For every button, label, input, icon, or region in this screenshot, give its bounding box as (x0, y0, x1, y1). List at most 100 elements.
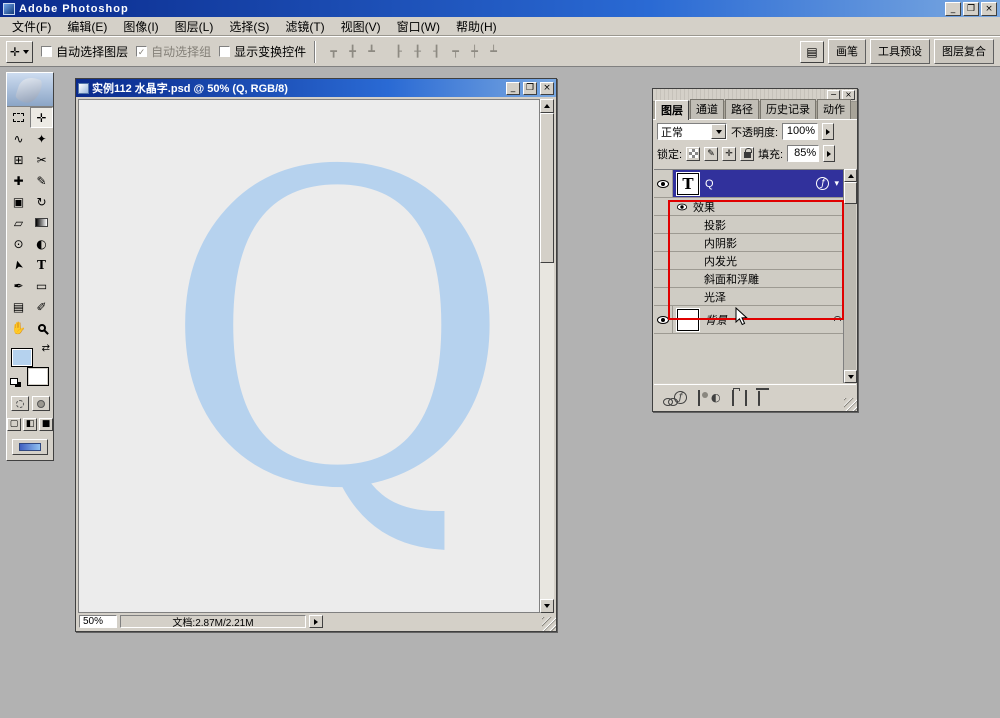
tool-pen[interactable]: ✒ (7, 275, 30, 296)
tool-path-selection[interactable]: ➤ (7, 254, 30, 275)
tab-layers[interactable]: 图层 (655, 100, 689, 120)
distribute-bottom-button[interactable]: ┷ (484, 42, 503, 61)
menu-window[interactable]: 窗口(W) (389, 16, 448, 37)
layer-row-text-q[interactable]: T Q ƒ ▾ (654, 170, 843, 198)
opacity-input[interactable]: 100% (782, 123, 818, 140)
tool-healing-brush[interactable]: ✚ (7, 170, 30, 191)
tool-magic-wand[interactable]: ✦ (30, 128, 53, 149)
menu-layer[interactable]: 图层(L) (167, 16, 222, 37)
align-center-button[interactable]: ╋ (343, 42, 362, 61)
layer-effects-icon[interactable]: ƒ (816, 177, 829, 190)
distribute-left-button[interactable]: ┠ (389, 42, 408, 61)
visibility-cell[interactable] (654, 306, 673, 333)
minimize-button[interactable]: _ (945, 2, 961, 16)
checkbox-box[interactable] (41, 46, 52, 57)
layer-name[interactable]: Q (705, 178, 714, 190)
tool-lasso[interactable]: ∿ (7, 128, 30, 149)
document-titlebar[interactable]: 实例112 水晶字.psd @ 50% (Q, RGB/8) _ ❐ × (76, 79, 556, 97)
background-color-swatch[interactable] (27, 367, 49, 386)
menu-select[interactable]: 选择(S) (221, 16, 277, 37)
blend-mode-select[interactable]: 正常 (657, 123, 727, 140)
tool-preset-picker[interactable]: ✛ (6, 41, 33, 63)
zoom-level-input[interactable]: 50% (79, 615, 117, 628)
effects-expand-icon[interactable]: ▾ (834, 179, 839, 189)
auto-select-group-checkbox[interactable]: ✓ 自动选择组 (136, 43, 211, 60)
document-resize-grip[interactable] (542, 617, 556, 631)
tool-clone-stamp[interactable]: ▣ (7, 191, 30, 212)
lock-image-button[interactable]: ✎ (704, 147, 718, 161)
tool-shape[interactable]: ▭ (30, 275, 53, 296)
tool-blur[interactable]: ⊙ (7, 233, 30, 254)
distribute-hcenter-button[interactable]: ╂ (408, 42, 427, 61)
menu-filter[interactable]: 滤镜(T) (277, 16, 332, 37)
menu-view[interactable]: 视图(V) (333, 16, 389, 37)
delete-layer-button[interactable] (758, 391, 760, 405)
vertical-scrollbar[interactable] (540, 99, 554, 613)
menu-image[interactable]: 图像(I) (115, 16, 166, 37)
tool-zoom[interactable] (30, 317, 53, 338)
default-colors-icon[interactable] (10, 378, 21, 387)
fullscreen-with-menu-button[interactable]: ◧ (23, 418, 37, 431)
tab-history[interactable]: 历史记录 (760, 99, 816, 119)
lock-position-button[interactable]: ✛ (722, 147, 736, 161)
app-titlebar[interactable]: Adobe Photoshop _ ❐ × (0, 0, 1000, 17)
doc-minimize-button[interactable]: _ (506, 82, 520, 95)
menu-help[interactable]: 帮助(H) (448, 16, 505, 37)
visibility-cell[interactable] (654, 170, 673, 197)
tab-paths[interactable]: 路径 (725, 99, 759, 119)
blend-mode-dropdown-button[interactable] (711, 124, 726, 139)
menu-file[interactable]: 文件(F) (4, 16, 59, 37)
layer-thumbnail[interactable]: T (677, 173, 699, 195)
palette-resize-grip[interactable] (844, 398, 857, 411)
show-transform-controls-checkbox[interactable]: 显示变换控件 (219, 43, 306, 60)
checkbox-box[interactable]: ✓ (136, 46, 147, 57)
file-browser-button[interactable]: ▤ (800, 41, 824, 63)
restore-button[interactable]: ❐ (963, 2, 979, 16)
scroll-up-button[interactable] (844, 169, 857, 182)
tab-channels[interactable]: 通道 (690, 99, 724, 119)
status-popup-button[interactable] (309, 615, 323, 628)
fill-input[interactable]: 85% (787, 145, 819, 162)
tool-crop[interactable]: ⊞ (7, 149, 30, 170)
standard-mode-button[interactable] (11, 396, 29, 411)
tool-presets-palette-tab[interactable]: 工具预设 (870, 39, 930, 64)
layer-thumbnail[interactable] (677, 309, 699, 331)
tool-notes[interactable]: ▤ (7, 296, 30, 317)
jump-to-imageready-button[interactable] (12, 439, 48, 455)
doc-restore-button[interactable]: ❐ (523, 82, 537, 95)
layer-name[interactable]: 背景 (705, 312, 727, 328)
tool-eraser[interactable]: ▱ (7, 212, 30, 233)
distribute-vcenter-button[interactable]: ┿ (465, 42, 484, 61)
palette-scrollbar[interactable] (843, 169, 856, 383)
layer-row-background[interactable]: 背景 (654, 306, 843, 334)
tool-dodge[interactable]: ◐ (30, 233, 53, 254)
close-button[interactable]: × (981, 2, 997, 16)
tool-rectangular-marquee[interactable] (7, 107, 30, 128)
quick-mask-mode-button[interactable] (32, 396, 50, 411)
new-group-button[interactable] (732, 391, 734, 405)
brushes-palette-tab[interactable]: 画笔 (828, 39, 866, 64)
swap-colors-icon[interactable]: ⇄ (42, 344, 50, 354)
fill-slider-button[interactable] (823, 145, 835, 162)
tool-gradient[interactable] (30, 212, 53, 233)
scroll-up-button[interactable] (540, 99, 554, 113)
effect-row-inner-shadow[interactable]: 内阴影 (654, 234, 843, 252)
auto-select-layer-checkbox[interactable]: 自动选择图层 (41, 43, 128, 60)
standard-screen-button[interactable]: ▢ (7, 418, 21, 431)
doc-close-button[interactable]: × (540, 82, 554, 95)
foreground-color-swatch[interactable] (11, 348, 33, 367)
scroll-down-button[interactable] (844, 370, 857, 383)
tool-move[interactable]: ✛ (30, 107, 53, 128)
tool-eyedropper[interactable]: ✐ (30, 296, 53, 317)
tool-brush[interactable]: ✎ (30, 170, 53, 191)
tool-history-brush[interactable]: ↻ (30, 191, 53, 212)
menu-edit[interactable]: 编辑(E) (59, 16, 115, 37)
canvas[interactable]: Q (78, 99, 540, 613)
effect-row-inner-glow[interactable]: 内发光 (654, 252, 843, 270)
scrollbar-thumb[interactable] (844, 182, 857, 204)
new-layer-button[interactable] (745, 391, 747, 405)
effects-header-row[interactable]: 效果 (654, 198, 843, 216)
tool-type[interactable]: T (30, 254, 53, 275)
align-top-button[interactable]: ┳ (324, 42, 343, 61)
effect-row-bevel-emboss[interactable]: 斜面和浮雕 (654, 270, 843, 288)
